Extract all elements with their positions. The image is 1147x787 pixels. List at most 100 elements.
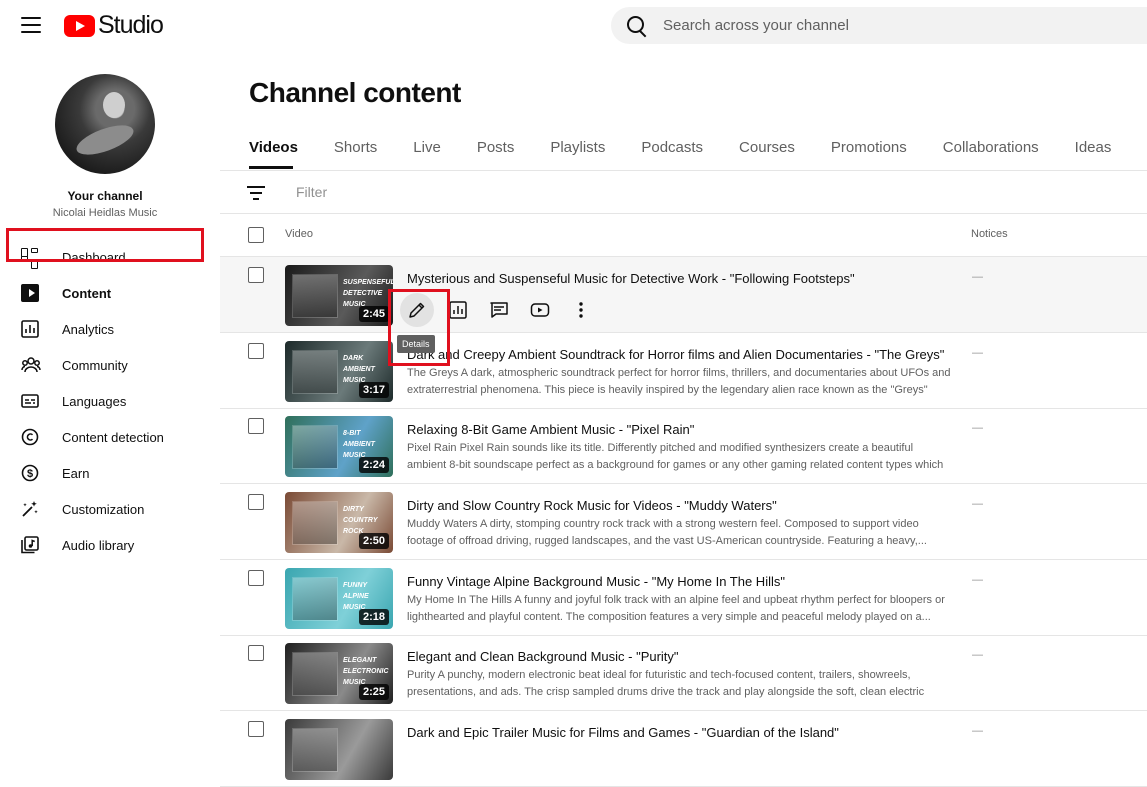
notice-value: — [972,574,983,586]
filter-icon[interactable] [247,186,265,200]
video-thumbnail[interactable]: FUNNY ALPINE MUSIC 2:18 [285,568,393,629]
tab-playlists[interactable]: Playlists [550,139,605,156]
tab-promotions[interactable]: Promotions [831,139,907,156]
tab-shorts[interactable]: Shorts [334,139,377,156]
sidebar-item-customization[interactable]: Customization [0,491,220,527]
video-duration: 2:50 [358,533,389,549]
tab-podcasts[interactable]: Podcasts [641,139,703,156]
table-row[interactable]: FUNNY ALPINE MUSIC 2:18 Funny Vintage Alpi… [220,560,1147,636]
video-duration: 2:45 [358,306,389,322]
channel-label: Your channel [67,189,143,203]
hamburger-menu-icon[interactable] [20,14,42,36]
analytics-icon [449,301,467,319]
video-title[interactable]: Elegant and Clean Background Music - "Pu… [407,649,679,664]
video-description: My Home In The Hills A funny and joyful … [407,594,945,623]
video-duration: 2:18 [358,609,389,625]
sidebar: Your channel Nicolai Heidlas Music Dashb… [0,50,220,736]
thumbnail-art [293,502,337,544]
brand-text: Studio [98,11,164,39]
tab-courses[interactable]: Courses [739,139,795,156]
video-title[interactable]: Dark and Creepy Ambient Soundtrack for H… [407,347,944,362]
sidebar-item-label: Content [62,285,112,301]
tab-ideas[interactable]: Ideas [1075,139,1112,156]
svg-text:$: $ [27,468,33,480]
youtube-studio-logo[interactable]: Studio [64,11,164,40]
thumbnail-art [293,275,337,317]
row-checkbox[interactable] [248,267,264,283]
dollar-icon: $ [21,464,39,482]
tab-live[interactable]: Live [413,139,441,156]
tab-posts[interactable]: Posts [477,139,515,156]
table-row[interactable]: 8-BIT AMBIENT MUSIC 2:24 Relaxing 8-Bit Ga… [220,408,1147,484]
table-row[interactable]: DARK AMBIENT MUSIC 3:17 Dark and Creepy Am… [220,333,1147,409]
sidebar-item-label: Content detection [62,429,164,445]
community-icon [21,356,41,374]
sidebar-item-community[interactable]: Community [0,347,220,383]
row-checkbox[interactable] [248,645,264,661]
video-title[interactable]: Mysterious and Suspenseful Music for Det… [407,271,855,286]
tab-videos[interactable]: Videos [249,139,298,156]
sidebar-item-label: Earn [62,465,90,481]
search-bar[interactable] [611,7,1147,44]
sidebar-item-content-detection[interactable]: Content detection [0,419,220,455]
view-on-youtube-button[interactable] [523,293,557,327]
table-row[interactable]: SUSPENSEFUL DETECTIVE MUSIC 2:45 Mysteriou… [220,257,1147,333]
sidebar-item-languages[interactable]: Languages [0,383,220,419]
comments-button[interactable] [482,293,516,327]
video-thumbnail[interactable]: DARK AMBIENT MUSIC 3:17 [285,341,393,402]
thumbnail-art [293,653,337,695]
table-row[interactable]: DIRTY COUNTRY ROCK 2:50 Dirty and Slow Cou… [220,484,1147,560]
content-tabs: Videos Shorts Live Posts Playlists Podca… [249,139,1147,156]
notice-value: — [972,649,983,661]
video-title[interactable]: Dirty and Slow Country Rock Music for Vi… [407,498,777,513]
thumbnail-art [293,351,337,393]
sidebar-item-label: Audio library [62,537,135,553]
video-thumbnail[interactable] [285,719,393,780]
sidebar-item-earn[interactable]: $ Earn [0,455,220,491]
subtitles-icon [21,392,39,410]
sidebar-nav: Dashboard Content Analytics Community La… [0,239,220,563]
more-options-button[interactable] [564,293,598,327]
notice-value: — [972,725,983,737]
sidebar-item-label: Languages [62,393,127,409]
video-thumbnail[interactable]: ELEGANT ELECTRONIC MUSIC 2:25 [285,643,393,704]
youtube-play-icon [64,14,95,37]
video-title[interactable]: Relaxing 8-Bit Game Ambient Music - "Pix… [407,422,694,437]
video-title[interactable]: Dark and Epic Trailer Music for Films an… [407,725,839,740]
youtube-icon [530,303,550,317]
video-title[interactable]: Funny Vintage Alpine Background Music - … [407,574,785,589]
channel-name: Nicolai Heidlas Music [52,207,158,219]
sidebar-item-content[interactable]: Content [0,275,220,311]
video-description: Muddy Waters A dirty, stomping country r… [407,518,927,547]
table-row[interactable]: ELEGANT ELECTRONIC MUSIC 2:25 Elegant and … [220,635,1147,711]
row-checkbox[interactable] [248,721,264,737]
thumbnail-art [293,729,337,771]
video-thumbnail[interactable]: 8-BIT AMBIENT MUSIC 2:24 [285,416,393,477]
row-checkbox[interactable] [248,343,264,359]
row-checkbox[interactable] [248,494,264,510]
magic-wand-icon [21,500,39,518]
search-input[interactable] [663,17,1063,34]
content-icon [21,284,39,302]
filter-divider [220,213,1147,214]
sidebar-item-audio-library[interactable]: Audio library [0,527,220,563]
column-header-video: Video [285,228,313,240]
row-checkbox[interactable] [248,418,264,434]
table-row[interactable]: Dark and Epic Trailer Music for Films an… [220,711,1147,787]
sidebar-item-label: Customization [62,501,145,517]
main-content: Channel content Videos Shorts Live Posts… [220,50,1147,787]
tab-collaborations[interactable]: Collaborations [943,139,1039,156]
video-thumbnail[interactable]: SUSPENSEFUL DETECTIVE MUSIC 2:45 [285,265,393,326]
video-thumbnail[interactable]: DIRTY COUNTRY ROCK 2:50 [285,492,393,553]
comment-icon [490,302,508,318]
channel-avatar[interactable] [55,74,155,174]
search-icon[interactable] [626,15,648,37]
notice-value: — [972,271,983,283]
select-all-checkbox[interactable] [248,227,264,243]
sidebar-item-analytics[interactable]: Analytics [0,311,220,347]
details-highlight-box [388,289,450,366]
row-checkbox[interactable] [248,570,264,586]
video-duration: 2:25 [358,684,389,700]
filter-input[interactable] [296,184,596,200]
audio-library-icon [21,536,39,554]
